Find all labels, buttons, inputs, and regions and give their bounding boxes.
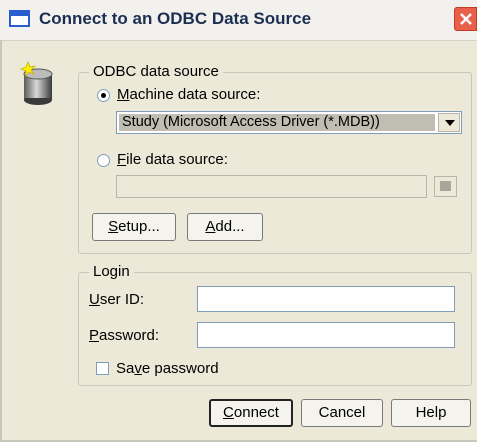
save-password-label[interactable]: Save password [116,360,219,377]
datasource-legend: ODBC data source [89,63,223,80]
close-button[interactable] [454,7,477,31]
file-radio-label[interactable]: File data source: [117,151,228,168]
title-bar[interactable]: Connect to an ODBC Data Source [0,0,477,41]
file-radio[interactable] [97,154,110,167]
database-icon [18,60,58,110]
datasource-group: ODBC data source Machine data source: St… [78,63,472,254]
window-icon [9,10,30,27]
window-frame-left [0,40,2,442]
browse-button [434,176,457,197]
machine-radio-label[interactable]: Machine data source: [117,86,260,103]
cancel-button[interactable]: Cancel [301,399,383,427]
machine-radio[interactable] [97,89,110,102]
machine-datasource-value: Study (Microsoft Access Driver (*.MDB)) [119,114,435,131]
userid-field[interactable] [197,286,455,312]
file-datasource-input [116,175,427,198]
userid-label: User ID: [89,291,145,308]
window-title: Connect to an ODBC Data Source [39,9,312,28]
connect-button[interactable]: Connect [209,399,293,427]
save-password-checkbox[interactable] [96,362,109,375]
chevron-down-icon[interactable] [438,113,460,132]
login-group: Login User ID: Password: Save password [78,263,472,386]
machine-datasource-dropdown[interactable]: Study (Microsoft Access Driver (*.MDB)) [116,111,462,134]
add-button[interactable]: Add... [187,213,263,241]
login-legend: Login [89,263,134,280]
setup-button[interactable]: Setup... [92,213,176,241]
help-button[interactable]: Help [391,399,471,427]
password-label: Password: [89,327,160,344]
close-icon [460,13,472,25]
password-field[interactable] [197,322,455,348]
